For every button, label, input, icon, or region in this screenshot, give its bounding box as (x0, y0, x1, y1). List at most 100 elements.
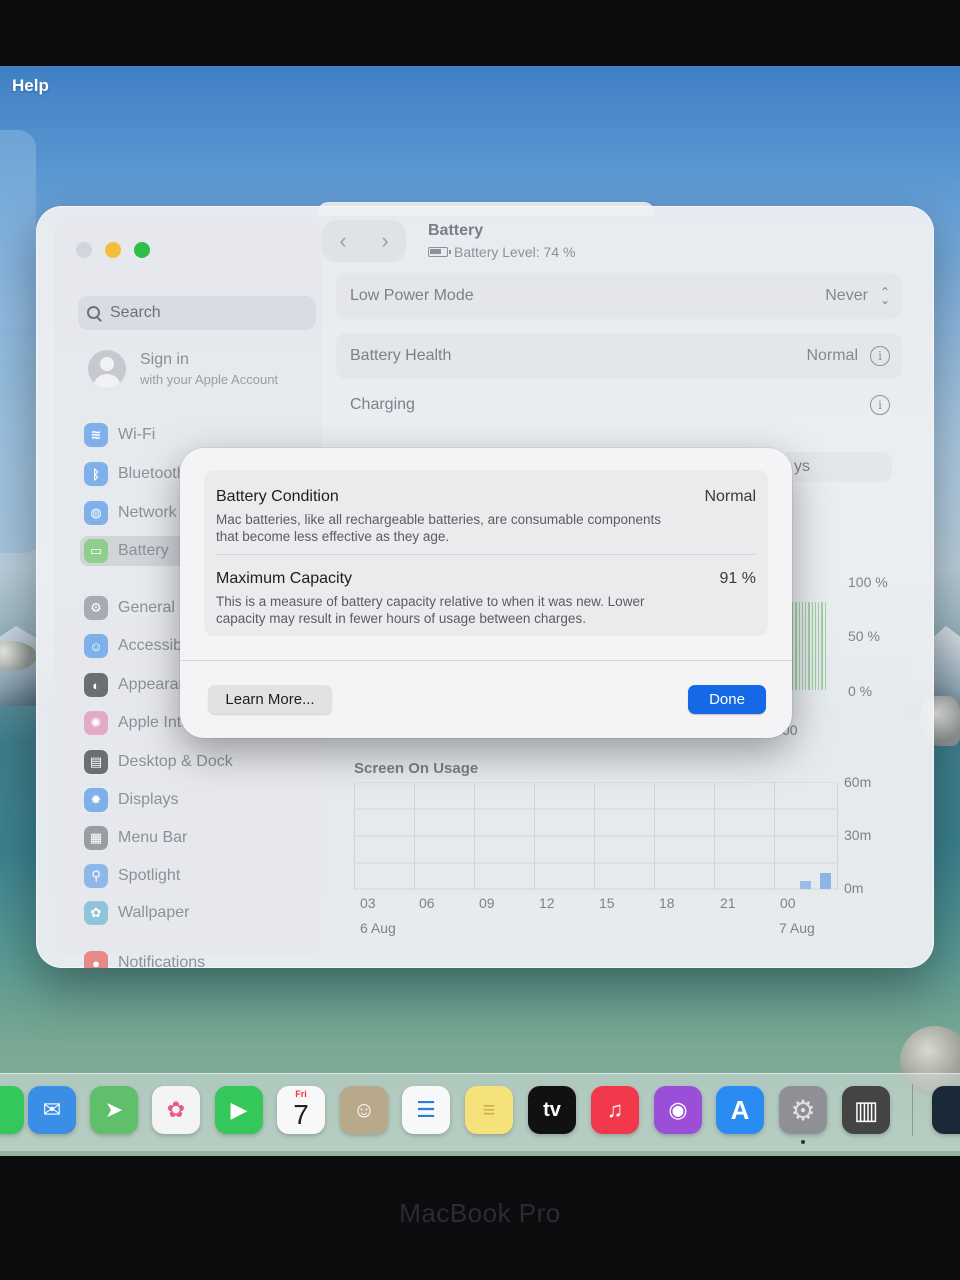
low-power-mode-value: Never (825, 287, 868, 304)
sidebar-item-wifi[interactable]: ≋ Wi-Fi (84, 420, 314, 450)
sidebar-item-spotlight[interactable]: ⚲ Spotlight (84, 861, 314, 891)
level-axis-label: 50 % (848, 628, 880, 644)
dock-app-music[interactable]: ♫ (591, 1086, 639, 1134)
battery-icon: ▭ (84, 539, 108, 563)
divider (216, 554, 756, 555)
low-power-mode-label: Low Power Mode (350, 287, 474, 304)
usage-hour-label: 12 (539, 895, 555, 911)
level-axis-label: 0 % (848, 683, 873, 699)
battery-level-bars (792, 602, 826, 690)
dock-app-reminders[interactable]: ☰ (402, 1086, 450, 1134)
displays-icon: ✹ (84, 788, 108, 812)
battery-health-value: Normal (806, 347, 858, 364)
dock-app-maps[interactable]: ➤ (90, 1086, 138, 1134)
battery-health-row: Battery Health Normal i (336, 333, 902, 379)
gear-icon: ⚙ (84, 596, 108, 620)
sidebar-item-notifications[interactable]: ● Notifications (84, 948, 314, 968)
dock-app-notes[interactable]: ≡ (465, 1086, 513, 1134)
battery-health-label: Battery Health (350, 347, 452, 364)
done-button[interactable]: Done (688, 685, 766, 714)
dock-app-mail[interactable]: ✉ (28, 1086, 76, 1134)
sidebar-item-label: General (118, 599, 175, 616)
running-indicator (801, 1140, 805, 1144)
sidebar-item-label: Displays (118, 791, 179, 808)
sidebar-item-label: Bluetooth (118, 465, 186, 482)
forward-button[interactable]: › (381, 228, 388, 254)
usage-hour-label: 09 (479, 895, 495, 911)
sidebar-item-wallpaper[interactable]: ✿ Wallpaper (84, 898, 314, 928)
accessibility-icon: ☺ (84, 634, 108, 658)
level-axis-label: 100 % (848, 574, 888, 590)
battery-condition-description: Mac batteries, like all rechargeable bat… (216, 512, 661, 544)
sidebar-item-desktop-dock[interactable]: ▤ Desktop & Dock (84, 747, 314, 777)
usage-date-label: 6 Aug (360, 920, 396, 936)
dock-app-piano[interactable]: ▥ (842, 1086, 890, 1134)
dock-app-facetime[interactable]: ▶ (215, 1086, 263, 1134)
usage-hour-label: 15 (599, 895, 615, 911)
search-input[interactable]: Search (78, 296, 316, 330)
dock-app-steam[interactable] (932, 1086, 960, 1134)
close-window-button[interactable] (76, 242, 92, 258)
usage-date-label: 7 Aug (779, 920, 815, 936)
usage-axis-label: 0m (844, 880, 864, 896)
charging-row: Charging i (336, 382, 902, 428)
info-icon[interactable]: i (870, 395, 890, 415)
low-power-mode-select[interactable]: Never ⌃ ⌄ (825, 286, 890, 306)
dock-divider (912, 1084, 913, 1136)
low-power-mode-row: Low Power Mode Never ⌃ ⌄ (336, 273, 902, 319)
spotlight-icon: ⚲ (84, 864, 108, 888)
battery-condition-title: Battery Condition (216, 488, 339, 505)
battery-condition-row: Battery Condition Normal Mac batteries, … (216, 488, 756, 545)
notifications-icon: ● (84, 951, 108, 968)
zoom-window-button[interactable] (134, 242, 150, 258)
dock-app-messages[interactable] (0, 1086, 24, 1134)
menu-help[interactable]: Help (12, 76, 49, 96)
sidebar-item-label: Wallpaper (118, 904, 190, 921)
battery-level-text: Battery Level: 74 % (454, 244, 576, 260)
sidebar-item-label: Network (118, 504, 177, 521)
usage-axis-label: 60m (844, 774, 872, 790)
sidebar-item-label: Wi-Fi (118, 426, 156, 443)
battery-health-sheet: Battery Condition Normal Mac batteries, … (180, 448, 792, 738)
learn-more-button[interactable]: Learn More... (208, 685, 332, 714)
sidebar-item-displays[interactable]: ✹ Displays (84, 785, 314, 815)
screen-on-usage-title: Screen On Usage (354, 760, 479, 777)
calendar-day: 7 (293, 1098, 309, 1130)
sidebar-item-menu-bar[interactable]: ▦ Menu Bar (84, 823, 314, 853)
account-title: Sign in (140, 351, 189, 368)
window-title-area: Battery Battery Level: 74 % (428, 222, 575, 260)
usage-hour-label: 21 (720, 895, 736, 911)
battery-level-subtitle: Battery Level: 74 % (428, 244, 575, 260)
segment-label-tail: ys (794, 458, 810, 475)
usage-axis-label: 30m (844, 827, 872, 843)
dock-app-app-store[interactable]: A (716, 1086, 764, 1134)
back-button[interactable]: ‹ (339, 228, 346, 254)
info-icon[interactable]: i (870, 346, 890, 366)
usage-hour-label: 00 (780, 895, 796, 911)
sidebar-item-label: Menu Bar (118, 829, 188, 846)
maximum-capacity-value: 91 % (719, 570, 756, 587)
dock-app-photos[interactable]: ✿ (152, 1086, 200, 1134)
appearance-icon: ◐ (84, 673, 108, 697)
sign-in-account[interactable]: Sign in with your Apple Account (88, 350, 278, 388)
wifi-icon: ≋ (84, 423, 108, 447)
desktop-widget[interactable] (0, 130, 36, 330)
dock-app-apple-tv[interactable]: tv (528, 1086, 576, 1134)
dock-app-system-settings[interactable]: ⚙ (779, 1086, 827, 1134)
maximum-capacity-description: This is a measure of battery capacity re… (216, 594, 645, 626)
maximum-capacity-row: Maximum Capacity 91 % This is a measure … (216, 570, 756, 627)
segmented-control[interactable]: ys (780, 452, 892, 482)
minimize-window-button[interactable] (105, 242, 121, 258)
maximum-capacity-title: Maximum Capacity (216, 570, 353, 587)
usage-hour-label: 03 (360, 895, 376, 911)
calendar-month: Fri (295, 1088, 307, 1099)
sidebar-item-label: Battery (118, 542, 169, 559)
dock-app-podcasts[interactable]: ◉ (654, 1086, 702, 1134)
network-icon: ◍ (84, 501, 108, 525)
menu-bar-icon: ▦ (84, 826, 108, 850)
usage-hour-label: 18 (659, 895, 675, 911)
bluetooth-icon: ᛒ (84, 462, 108, 486)
divider (180, 660, 792, 661)
dock-app-contacts[interactable]: ☺ (340, 1086, 388, 1134)
dock-app-calendar[interactable]: Fri 7 (277, 1086, 325, 1134)
